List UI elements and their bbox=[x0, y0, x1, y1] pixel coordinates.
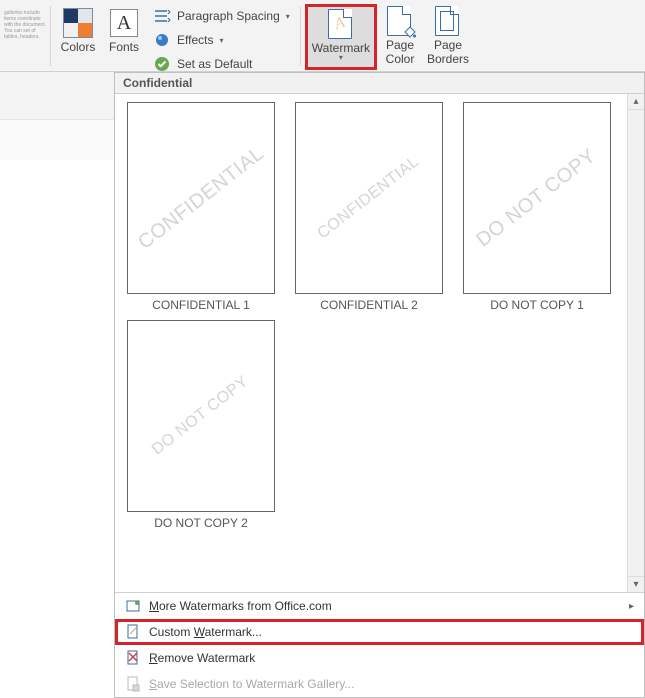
page-color-button[interactable]: Page Color bbox=[377, 4, 423, 68]
page-color-label: Page Color bbox=[386, 38, 415, 66]
effects-icon bbox=[153, 31, 171, 49]
more-watermarks-menu-item[interactable]: More Watermarks from Office.com ▸ bbox=[115, 593, 644, 619]
custom-watermark-label: Custom Watermark... bbox=[149, 625, 262, 639]
remove-icon bbox=[125, 650, 141, 666]
fonts-icon: A bbox=[110, 9, 138, 37]
remove-watermark-menu-item[interactable]: Remove Watermark bbox=[115, 645, 644, 671]
gallery-menu: More Watermarks from Office.com ▸ Custom… bbox=[115, 592, 644, 697]
effects-label: Effects bbox=[177, 33, 213, 47]
office-icon bbox=[125, 598, 141, 614]
set-default-label: Set as Default bbox=[177, 57, 252, 71]
watermark-thumbnail[interactable]: CONFIDENTIAL CONFIDENTIAL 2 bbox=[293, 102, 445, 314]
watermark-button[interactable]: A Watermark ▾ bbox=[305, 4, 377, 70]
page-borders-button[interactable]: Page Borders bbox=[423, 4, 473, 68]
page-borders-icon bbox=[435, 6, 461, 38]
paragraph-spacing-button[interactable]: Paragraph Spacing ▾ bbox=[151, 6, 292, 26]
watermark-thumbnail[interactable]: DO NOT COPY DO NOT COPY 2 bbox=[125, 320, 277, 532]
colors-button[interactable]: Colors bbox=[55, 4, 101, 68]
gallery-category-header: Confidential bbox=[115, 73, 644, 94]
document-icon bbox=[125, 624, 141, 640]
watermark-thumbnail[interactable]: CONFIDENTIAL CONFIDENTIAL 1 bbox=[125, 102, 277, 314]
fonts-button[interactable]: A Fonts bbox=[101, 4, 147, 68]
chevron-down-icon: ▾ bbox=[339, 53, 343, 62]
chevron-down-icon: ▾ bbox=[286, 12, 290, 21]
gallery-scrollbar[interactable]: ▴ ▾ bbox=[627, 94, 644, 592]
colors-label: Colors bbox=[61, 40, 96, 54]
watermark-gallery-dropdown: Confidential CONFIDENTIAL CONFIDENTIAL 1… bbox=[114, 72, 645, 698]
chevron-down-icon: ▾ bbox=[219, 36, 223, 45]
set-default-button[interactable]: Set as Default bbox=[151, 54, 292, 74]
ribbon-divider bbox=[300, 6, 301, 66]
ribbon: galleries include items coordinate with … bbox=[0, 0, 645, 72]
checkmark-icon bbox=[153, 55, 171, 73]
theme-description-text: galleries include items coordinate with … bbox=[2, 4, 46, 40]
watermark-dropdown-area: Confidential CONFIDENTIAL CONFIDENTIAL 1… bbox=[0, 72, 645, 698]
watermark-thumbnail[interactable]: DO NOT COPY DO NOT COPY 1 bbox=[461, 102, 613, 314]
submenu-arrow-icon: ▸ bbox=[629, 601, 634, 612]
paragraph-spacing-icon bbox=[153, 7, 171, 25]
watermark-icon: A bbox=[328, 9, 354, 41]
document-formatting-list: Paragraph Spacing ▾ Effects ▾ Set as Def… bbox=[147, 4, 296, 74]
page-color-icon bbox=[387, 6, 413, 38]
custom-watermark-menu-item[interactable]: Custom Watermark... bbox=[115, 619, 644, 645]
remove-watermark-label: Remove Watermark bbox=[149, 651, 255, 665]
thumbnail-caption: DO NOT COPY 2 bbox=[125, 512, 277, 532]
save-gallery-icon bbox=[125, 676, 141, 692]
scroll-down-button[interactable]: ▾ bbox=[628, 576, 644, 592]
thumbnail-caption: CONFIDENTIAL 2 bbox=[293, 294, 445, 314]
paragraph-spacing-label: Paragraph Spacing bbox=[177, 9, 280, 23]
page-borders-label: Page Borders bbox=[427, 38, 469, 66]
watermark-preview-text: CONFIDENTIAL bbox=[134, 142, 268, 254]
thumbnail-caption: CONFIDENTIAL 1 bbox=[125, 294, 277, 314]
save-selection-menu-item: Save Selection to Watermark Gallery... bbox=[115, 671, 644, 697]
watermark-preview-text: DO NOT COPY bbox=[473, 144, 602, 251]
ribbon-divider bbox=[50, 6, 51, 66]
watermark-preview-text: CONFIDENTIAL bbox=[315, 153, 423, 243]
save-selection-label: Save Selection to Watermark Gallery... bbox=[149, 677, 354, 691]
more-watermarks-label: More Watermarks from Office.com bbox=[149, 599, 332, 613]
colors-icon bbox=[63, 8, 93, 38]
fonts-label: Fonts bbox=[109, 40, 139, 54]
document-background bbox=[0, 72, 114, 698]
thumbnail-caption: DO NOT COPY 1 bbox=[461, 294, 613, 314]
watermark-preview-text: DO NOT COPY bbox=[149, 373, 252, 459]
gallery-scroll-area: CONFIDENTIAL CONFIDENTIAL 1 CONFIDENTIAL… bbox=[115, 94, 644, 592]
scroll-up-button[interactable]: ▴ bbox=[628, 94, 644, 110]
effects-button[interactable]: Effects ▾ bbox=[151, 30, 292, 50]
